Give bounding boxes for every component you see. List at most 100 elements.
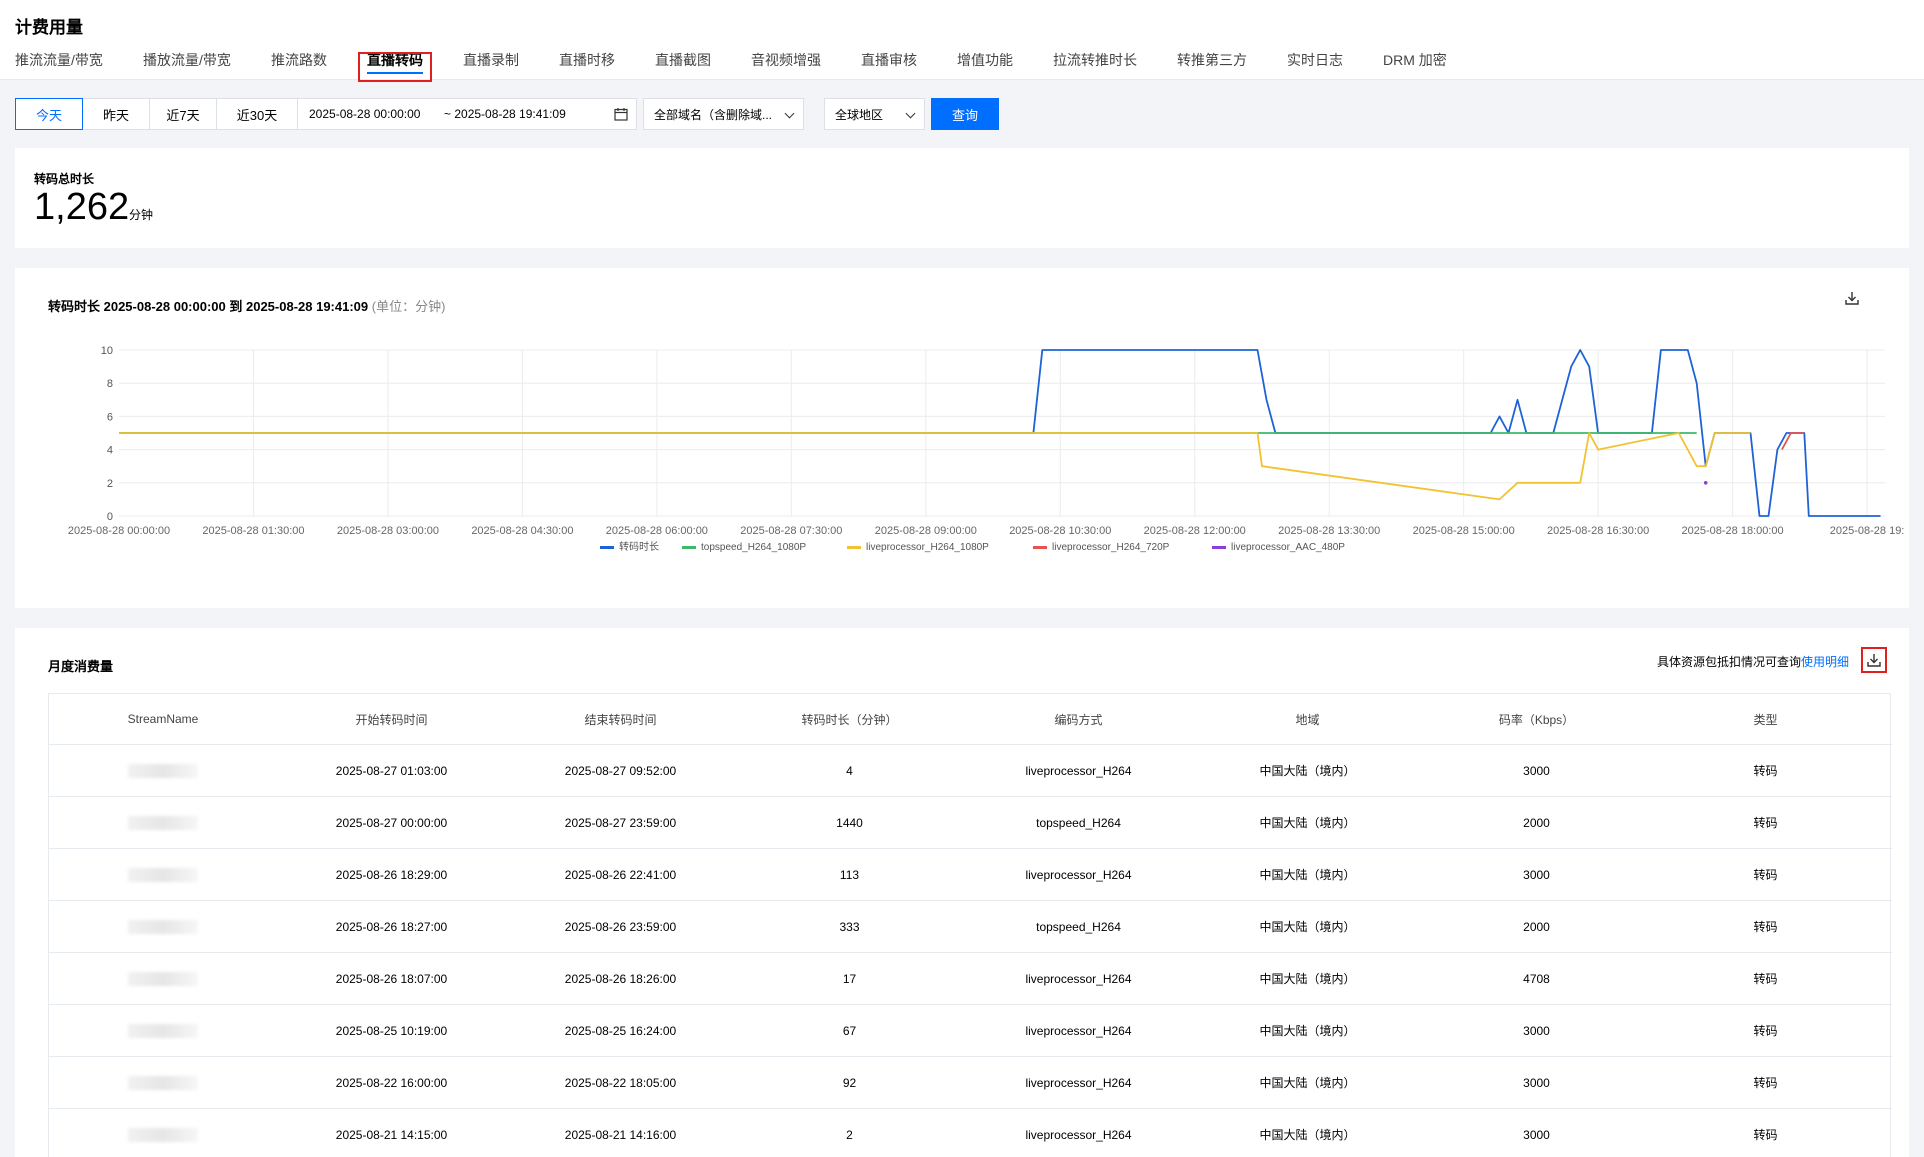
redacted-stream-name bbox=[128, 815, 198, 830]
domain-select[interactable]: 全部域名（含删除域... bbox=[643, 98, 804, 130]
tab-push-traffic[interactable]: 推流流量/带宽 bbox=[15, 50, 103, 80]
region-select[interactable]: 全球地区 bbox=[824, 98, 925, 130]
y-tick-label: 0 bbox=[107, 511, 113, 523]
cell-bitrate: 2000 bbox=[1523, 815, 1550, 830]
cell-duration: 2 bbox=[846, 1127, 853, 1142]
table-row: 2025-08-21 14:15:00 2025-08-21 14:16:00 2 l… bbox=[49, 1109, 1892, 1157]
summary-value: 1,262 bbox=[34, 186, 130, 228]
cell-streamname bbox=[49, 1057, 277, 1108]
cell-streamname bbox=[49, 797, 277, 848]
page-title: 计费用量 bbox=[15, 18, 83, 37]
x-tick-label: 2025-08-28 07:30:00 bbox=[740, 525, 842, 537]
cell-region: 中国大陆（境内） bbox=[1259, 816, 1356, 830]
x-tick-label: 2025-08-28 03:00:00 bbox=[337, 525, 439, 537]
cell-bitrate: 2000 bbox=[1523, 919, 1550, 934]
calendar-icon[interactable] bbox=[614, 107, 628, 124]
cell-end-time: 2025-08-21 14:16:00 bbox=[564, 1127, 677, 1142]
cell-type: 转码 bbox=[1753, 1076, 1778, 1090]
tab-value-added[interactable]: 增值功能 bbox=[957, 50, 1013, 80]
download-icon[interactable] bbox=[1866, 652, 1884, 670]
cell-streamname bbox=[49, 1005, 277, 1056]
usage-detail-link[interactable]: 使用明细 bbox=[1801, 655, 1849, 669]
x-tick-label: 2025-08-28 04:30:00 bbox=[471, 525, 573, 537]
range-30days-button[interactable]: 近30天 bbox=[216, 98, 298, 130]
y-tick-label: 10 bbox=[101, 345, 113, 357]
cell-type: 转码 bbox=[1753, 868, 1778, 882]
cell-streamname bbox=[49, 1109, 277, 1157]
tab-live-audit[interactable]: 直播审核 bbox=[861, 50, 917, 80]
redacted-stream-name bbox=[128, 1127, 198, 1142]
series-line bbox=[119, 432, 1751, 501]
cell-duration: 4 bbox=[846, 763, 853, 778]
cell-duration: 1440 bbox=[836, 815, 863, 830]
redacted-stream-name bbox=[128, 763, 198, 778]
tab-play-traffic[interactable]: 播放流量/带宽 bbox=[143, 50, 231, 80]
cell-start-time: 2025-08-21 14:15:00 bbox=[335, 1127, 448, 1142]
tab-drm[interactable]: DRM 加密 bbox=[1383, 50, 1447, 80]
x-tick-label: 2025-08-28 09:00:00 bbox=[875, 525, 977, 537]
chevron-down-icon bbox=[905, 108, 916, 119]
cell-region: 中国大陆（境内） bbox=[1259, 1128, 1356, 1142]
cell-type: 转码 bbox=[1753, 920, 1778, 934]
cell-type: 转码 bbox=[1753, 1024, 1778, 1038]
date-range-picker[interactable]: 2025-08-28 00:00:00 ~ 2025-08-28 19:41:0… bbox=[297, 98, 637, 130]
query-button[interactable]: 查询 bbox=[931, 98, 999, 130]
x-tick-label: 2025-08-28 18:00:00 bbox=[1682, 525, 1784, 537]
x-tick-label: 2025-08-28 00:00:00 bbox=[68, 525, 170, 537]
range-yesterday-button[interactable]: 昨天 bbox=[82, 98, 150, 130]
range-today-button[interactable]: 今天 bbox=[15, 98, 83, 130]
tab-push-streams[interactable]: 推流路数 bbox=[271, 50, 327, 80]
redacted-stream-name bbox=[128, 867, 198, 882]
tab-time-shift[interactable]: 直播时移 bbox=[559, 50, 615, 80]
cell-end-time: 2025-08-26 22:41:00 bbox=[564, 867, 677, 882]
tab-third-party[interactable]: 转推第三方 bbox=[1177, 50, 1247, 80]
cell-region: 中国大陆（境内） bbox=[1259, 868, 1356, 882]
tab-screenshot[interactable]: 直播截图 bbox=[655, 50, 711, 80]
monthly-table: StreamName 开始转码时间 结束转码时间 转码时长（分钟） 编码方式 地… bbox=[48, 693, 1892, 1157]
cell-start-time: 2025-08-25 10:19:00 bbox=[335, 1023, 448, 1038]
y-tick-label: 2 bbox=[107, 478, 113, 490]
transcode-line-chart: 0 2 4 6 8 10 2025-08-28 00:00:00 2025-08-28 01:… bbox=[68, 345, 1904, 553]
table-header: StreamName 开始转码时间 结束转码时间 转码时长（分钟） 编码方式 地… bbox=[49, 694, 1892, 745]
redacted-stream-name bbox=[128, 1023, 198, 1038]
range-7days-button[interactable]: 近7天 bbox=[149, 98, 217, 130]
cell-codec: topspeed_H264 bbox=[1036, 919, 1121, 934]
legend-label: liveprocessor_H264_1080P bbox=[866, 542, 989, 553]
cell-type: 转码 bbox=[1753, 972, 1778, 986]
col-duration: 转码时长（分钟） bbox=[801, 712, 898, 727]
cell-region: 中国大陆（境内） bbox=[1259, 1024, 1356, 1038]
cell-end-time: 2025-08-27 09:52:00 bbox=[564, 763, 677, 778]
summary-card: 转码总时长 1,262 分钟 bbox=[15, 148, 1909, 248]
date-start: 2025-08-28 00:00:00 bbox=[309, 107, 421, 121]
cell-duration: 92 bbox=[842, 1075, 857, 1090]
cell-type: 转码 bbox=[1753, 1128, 1778, 1142]
table-row: 2025-08-26 18:29:00 2025-08-26 22:41:00 11… bbox=[49, 849, 1892, 901]
tab-relay-duration[interactable]: 拉流转推时长 bbox=[1053, 50, 1137, 80]
legend-label: topspeed_H264_1080P bbox=[701, 542, 806, 553]
tab-realtime-log[interactable]: 实时日志 bbox=[1287, 50, 1343, 80]
cell-start-time: 2025-08-27 01:03:00 bbox=[335, 763, 448, 778]
cell-type: 转码 bbox=[1753, 816, 1778, 830]
summary-label: 转码总时长 bbox=[34, 172, 95, 186]
cell-bitrate: 3000 bbox=[1523, 1023, 1550, 1038]
cell-streamname bbox=[49, 849, 277, 900]
cell-streamname bbox=[49, 901, 277, 952]
col-bitrate: 码率（Kbps） bbox=[1498, 712, 1575, 727]
x-tick-label: 2025-08-28 06:00:00 bbox=[606, 525, 708, 537]
cell-bitrate: 3000 bbox=[1523, 1127, 1550, 1142]
legend-swatch bbox=[847, 546, 861, 549]
y-tick-label: 4 bbox=[107, 445, 113, 457]
cell-duration: 17 bbox=[842, 971, 857, 986]
cell-codec: liveprocessor_H264 bbox=[1025, 1075, 1132, 1090]
table-row: 2025-08-27 00:00:00 2025-08-27 23:59:00 14… bbox=[49, 797, 1892, 849]
chevron-down-icon bbox=[784, 108, 795, 119]
chart-card: 转码时长 2025-08-28 00:00:00 到 2025-08-28 19… bbox=[15, 268, 1909, 608]
table-row: 2025-08-27 01:03:00 2025-08-27 09:52:00 4 l… bbox=[49, 745, 1892, 797]
col-end-time: 结束转码时间 bbox=[584, 712, 657, 727]
table-row: 2025-08-26 18:07:00 2025-08-26 18:26:00 17… bbox=[49, 953, 1892, 1005]
tab-live-record[interactable]: 直播录制 bbox=[463, 50, 519, 80]
domain-select-value: 全部域名（含删除域... bbox=[654, 107, 773, 122]
legend-swatch bbox=[1212, 546, 1226, 549]
tab-av-enhance[interactable]: 音视频增强 bbox=[751, 50, 821, 80]
cell-start-time: 2025-08-26 18:27:00 bbox=[335, 919, 448, 934]
